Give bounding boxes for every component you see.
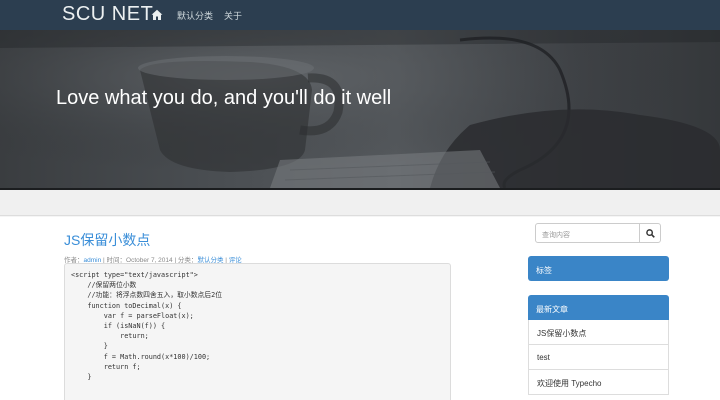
nav-link-about[interactable]: 关于 [224,9,242,22]
code-line: return f; [71,362,141,371]
recent-post-item[interactable]: JS保留小数点 [528,320,669,345]
recent-posts-heading: 最新文章 [528,295,669,320]
top-navbar: SCU NET 默认分类 关于 [0,0,720,30]
home-icon[interactable] [151,8,163,22]
site-brand[interactable]: SCU NET [62,3,153,26]
code-line: } [71,342,108,351]
code-line: //功能：将浮点数四舍五入，取小数点后2位 [71,291,222,300]
breadcrumb-band [0,190,720,216]
nav-link-default-category[interactable]: 默认分类 [177,9,213,22]
search-input[interactable]: 查询内容 [535,223,640,243]
recent-post-item[interactable]: 欢迎使用 Typecho [528,370,669,395]
search-button[interactable] [639,223,661,243]
tags-panel-heading: 标签 [528,256,669,281]
hero-title: Love what you do, and you'll do it well [56,87,392,109]
code-line: var f = parseFloat(x); [71,311,194,320]
code-line: function toDecimal(x) { [71,301,182,310]
search-icon [646,229,655,238]
recent-post-item[interactable]: test [528,345,669,370]
code-line: return; [71,332,149,341]
code-line: f = Math.round(x*100)/100; [71,352,211,361]
code-line: //保留两位小数 [71,281,137,290]
code-line: if (isNaN(f)) { [71,322,166,331]
post-title-link[interactable]: JS保留小数点 [64,230,150,250]
hero-banner: Love what you do, and you'll do it well [0,30,720,188]
code-block: <script type="text/javascript"> //保留两位小数… [64,263,451,400]
code-line: <script type="text/javascript"> [71,271,198,279]
code-line: } [71,373,92,382]
